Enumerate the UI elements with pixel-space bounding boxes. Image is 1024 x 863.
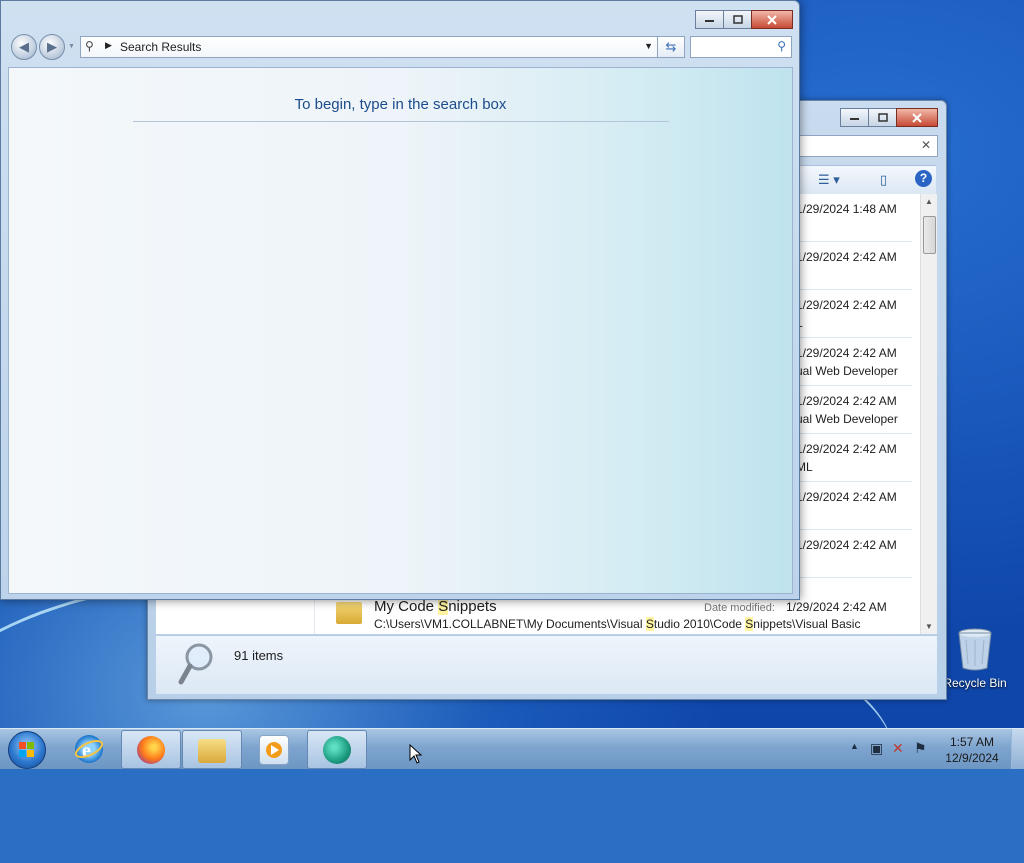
- start-button[interactable]: [8, 731, 46, 769]
- close-button[interactable]: [896, 108, 938, 127]
- recycle-bin-label: Recycle Bin: [943, 676, 1007, 690]
- item-date: 1/29/2024 2:42 AM: [796, 250, 897, 264]
- minimize-button[interactable]: [840, 108, 869, 127]
- media-player-icon: [259, 735, 289, 765]
- app-green-icon: [323, 736, 351, 764]
- show-desktop-button[interactable]: [1011, 729, 1024, 769]
- item-date: 1/29/2024 2:42 AM: [796, 298, 897, 312]
- show-hidden-icons-icon[interactable]: ▲: [850, 741, 859, 751]
- recent-pages-dropdown-icon[interactable]: ▼: [68, 43, 75, 50]
- minimize-button[interactable]: [695, 10, 724, 29]
- search-icon[interactable]: ⚲: [777, 39, 786, 53]
- item-date: 1/29/2024 2:42 AM: [796, 442, 897, 456]
- refresh-button[interactable]: ⇆: [657, 36, 685, 58]
- item-date: 1/29/2024 2:42 AM: [796, 346, 897, 360]
- item-date: 1/29/2024 2:42 AM: [796, 490, 897, 504]
- clock[interactable]: 1:57 AM 12/9/2024: [936, 734, 1008, 766]
- details-pane: 91 items: [156, 635, 937, 694]
- vertical-scrollbar[interactable]: ▲ ▼: [920, 194, 937, 634]
- item-name: My Code Snippets: [374, 598, 497, 615]
- taskbar-green-app[interactable]: [307, 730, 367, 769]
- items-count: 91 items: [234, 648, 284, 663]
- date-modified-value: 1/29/2024 2:42 AM: [786, 600, 887, 614]
- maximize-button[interactable]: [723, 10, 752, 29]
- clock-date: 12/9/2024: [945, 751, 999, 765]
- clock-time: 1:57 AM: [949, 735, 995, 749]
- mouse-cursor-icon: [409, 744, 423, 764]
- preview-pane-icon[interactable]: ▯: [880, 172, 887, 188]
- taskbar-internet-explorer[interactable]: e: [60, 730, 118, 767]
- firefox-icon: [137, 736, 165, 764]
- close-button[interactable]: [751, 10, 793, 29]
- windows-logo-icon: [19, 742, 34, 757]
- address-bar[interactable]: ⚲ ▶ Search Results ▼: [80, 36, 658, 58]
- clear-search-icon[interactable]: ✕: [921, 138, 931, 152]
- search-icon: ⚲: [85, 39, 94, 53]
- address-dropdown-icon[interactable]: ▼: [644, 41, 653, 51]
- taskbar-windows-explorer[interactable]: [182, 730, 242, 769]
- search-input[interactable]: [694, 39, 770, 54]
- item-date: 1/29/2024 1:48 AM: [796, 202, 897, 216]
- action-center-flag-icon[interactable]: ⚑: [914, 740, 927, 757]
- taskbar: e ▲ ▣ ✕ ⚑ 1:57 AM 12/9/2024: [0, 728, 1024, 769]
- search-box[interactable]: ⚲: [690, 36, 792, 58]
- item-detail: ual Web Developer: [796, 412, 898, 426]
- back-button[interactable]: ◀: [11, 34, 37, 60]
- results-area: To begin, type in the search box: [8, 67, 793, 594]
- item-detail: ual Web Developer: [796, 364, 898, 378]
- network-icon[interactable]: ▣: [870, 740, 883, 757]
- maximize-button[interactable]: [868, 108, 897, 127]
- item-path: C:\Users\VM1.COLLABNET\My Documents\Visu…: [374, 617, 861, 631]
- breadcrumb[interactable]: Search Results: [120, 40, 201, 54]
- scroll-up-icon[interactable]: ▲: [925, 197, 933, 206]
- search-hint-text: To begin, type in the search box: [294, 96, 507, 113]
- back-search-field[interactable]: ✕: [798, 135, 938, 157]
- caption-buttons: [695, 10, 793, 29]
- recycle-bin[interactable]: Recycle Bin: [940, 628, 1010, 690]
- item-date: 1/29/2024 2:42 AM: [796, 394, 897, 408]
- volume-muted-icon[interactable]: ✕: [892, 740, 904, 757]
- system-tray: ▲ ▣ ✕ ⚑ 1:57 AM 12/9/2024: [844, 729, 1024, 769]
- scrollbar-thumb[interactable]: [923, 216, 936, 254]
- internet-explorer-icon: e: [75, 735, 103, 763]
- forward-button[interactable]: ▶: [39, 34, 65, 60]
- taskbar-media-player[interactable]: [244, 730, 302, 767]
- divider: [133, 121, 669, 122]
- folder-icon: [336, 602, 362, 624]
- breadcrumb-chevron-icon[interactable]: ▶: [105, 40, 112, 51]
- folder-icon: [198, 739, 226, 763]
- view-options-icon[interactable]: ☰ ▾: [818, 172, 840, 188]
- taskbar-firefox[interactable]: [121, 730, 181, 769]
- item-date: 1/29/2024 2:42 AM: [796, 538, 897, 552]
- search-results-window[interactable]: ◀ ▶ ▼ ⚲ ▶ Search Results ▼ ⇆ ⚲ To begin,…: [0, 0, 800, 600]
- help-icon[interactable]: ?: [915, 170, 932, 187]
- back-caption-buttons: [840, 108, 938, 127]
- search-magnifier-icon: [178, 643, 213, 685]
- date-modified-label: Date modified:: [704, 602, 775, 614]
- scroll-down-icon[interactable]: ▼: [925, 622, 933, 631]
- recycle-bin-icon: [957, 628, 993, 672]
